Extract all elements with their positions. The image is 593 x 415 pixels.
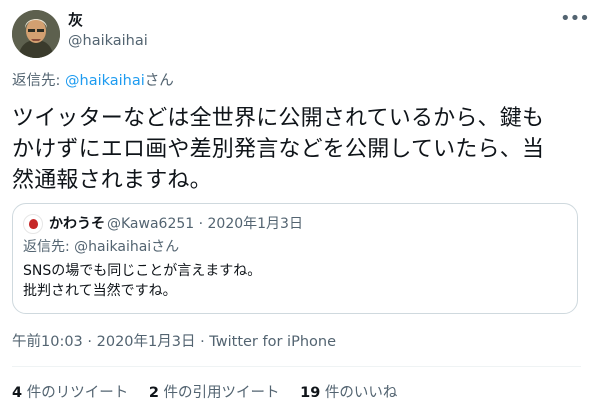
quote-tweets-stat[interactable]: 2 件の引用ツイート — [149, 383, 280, 403]
divider — [12, 366, 581, 367]
quote-tweets-count: 2 — [148, 385, 159, 401]
quote-text-line: 批判されて当然ですね。 — [23, 283, 177, 299]
reply-to-line: 返信先: @haikaihaiさん — [12, 71, 174, 91]
reply-to-suffix: さん — [144, 73, 174, 89]
quoted-tweet-card[interactable]: かわうそ @Kawa6251 · 2020年1月3日 返信先: @haikaih… — [12, 203, 578, 314]
tweet-text-line: ツイッターなどは全世界に公開されているから、鍵も — [12, 106, 545, 131]
user-handle[interactable]: @haikaihai — [68, 31, 148, 51]
quote-text-line: SNSの場でも同じことが言えますね。 — [23, 263, 262, 279]
quote-display-name: かわうそ — [49, 216, 105, 232]
quote-avatar-mark — [29, 219, 38, 229]
likes-label: 件のいいね — [320, 385, 398, 401]
retweets-label: 件のリツイート — [22, 385, 129, 401]
display-name[interactable]: 灰 — [68, 10, 83, 30]
quote-avatar — [23, 214, 43, 234]
avatar-image — [12, 10, 60, 58]
tweet-text-line: 然通報されますね。 — [12, 168, 212, 193]
tweet-timestamp[interactable]: 午前10:03 · 2020年1月3日 · Twitter for iPhone — [12, 332, 336, 352]
tweet-text-line: かけずにエロ画や差別発言などを公開していたら、当 — [12, 137, 545, 162]
more-options-icon[interactable]: ••• — [560, 10, 590, 30]
retweets-stat[interactable]: 4 件のリツイート — [12, 383, 128, 403]
reply-to-handle-link[interactable]: @haikaihai — [65, 73, 145, 89]
quote-text: SNSの場でも同じことが言えますね。 批判されて当然ですね。 — [23, 261, 261, 301]
quote-reply-to: 返信先: @haikaihaiさん — [23, 239, 180, 255]
reply-to-prefix: 返信先: — [12, 73, 65, 89]
tweet-text: ツイッターなどは全世界に公開されているから、鍵も かけずにエロ画や差別発言などを… — [12, 103, 582, 196]
engagement-stats: 4 件のリツイート 2 件の引用ツイート 19 件のいいね — [12, 383, 413, 403]
quote-meta: @Kawa6251 · 2020年1月3日 — [107, 216, 303, 232]
likes-stat[interactable]: 19 件のいいね — [300, 383, 397, 403]
quote-tweets-label: 件の引用ツイート — [158, 385, 280, 401]
avatar[interactable] — [12, 10, 60, 58]
retweets-count: 4 — [12, 385, 23, 401]
likes-count: 19 — [300, 385, 321, 401]
